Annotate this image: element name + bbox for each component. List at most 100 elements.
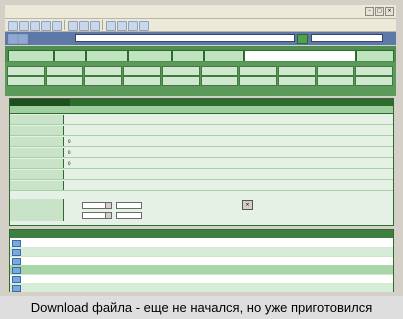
tab[interactable] [204,50,244,61]
sub-tab[interactable] [316,76,355,86]
sub-tab[interactable] [355,66,394,76]
stop-icon[interactable] [30,21,40,31]
table-cell [206,256,220,265]
sub-tabs-group [7,64,394,94]
table-cell [338,265,366,274]
detail-value [68,126,388,135]
menu-item[interactable] [55,7,65,16]
sub-tab[interactable] [45,66,84,76]
column-header[interactable] [232,230,240,238]
table-cell [338,238,366,247]
sub-tab[interactable] [123,66,161,76]
forward-icon[interactable] [18,34,28,44]
sub-tab[interactable] [161,66,200,76]
sub-tab[interactable] [277,76,316,86]
table-cell [242,238,300,247]
table-cell [242,247,300,256]
detail-row [10,181,393,191]
favorites-icon[interactable] [79,21,89,31]
sub-tab[interactable] [45,76,84,86]
sub-tab[interactable] [355,76,394,86]
detail-row: 0 [10,137,393,147]
mail-icon[interactable] [106,21,116,31]
sub-tab[interactable] [200,66,239,76]
close-icon[interactable]: × [385,7,394,16]
tab[interactable] [8,50,54,61]
menu-item[interactable] [75,7,85,16]
table-cell [338,247,366,256]
edit-icon[interactable] [128,21,138,31]
forward-icon[interactable] [19,21,29,31]
tab[interactable] [86,50,128,61]
menu-item[interactable] [15,7,25,16]
sub-tab[interactable] [7,76,45,86]
column-header[interactable] [30,230,60,238]
tab-active[interactable] [244,50,356,61]
sub-tabs-line [7,76,394,86]
column-header[interactable] [368,230,390,238]
tab[interactable] [54,50,86,61]
table-cell [222,265,230,274]
sub-tab[interactable] [161,76,200,86]
column-header[interactable] [338,230,366,238]
sub-tab[interactable] [239,66,277,76]
detail-key [10,159,64,168]
table-cell [320,256,336,265]
table-cell [368,283,390,292]
table-cell [368,247,390,256]
table-row[interactable] [10,283,393,292]
maximize-icon[interactable]: □ [375,7,384,16]
table-cell [242,274,300,283]
home-icon[interactable] [52,21,62,31]
sub-tab[interactable] [84,66,123,76]
table-cell [62,247,202,256]
address-input[interactable] [75,34,295,42]
discuss-icon[interactable] [139,21,149,31]
option-select[interactable] [82,202,112,209]
option-input[interactable] [116,212,142,219]
sub-tab[interactable] [239,76,277,86]
detail-link[interactable] [68,170,388,179]
option-select[interactable] [82,212,112,219]
option-input[interactable] [116,202,142,209]
history-icon[interactable] [90,21,100,31]
column-header[interactable] [12,230,28,238]
refresh-icon[interactable] [41,21,51,31]
column-header[interactable] [222,230,230,238]
table-cell [62,238,202,247]
tab[interactable] [172,50,204,61]
detail-link[interactable] [68,181,388,190]
table-cell [320,265,336,274]
search-input[interactable] [311,34,383,42]
table-cell [62,265,202,274]
menu-item[interactable] [35,7,45,16]
table-cell [302,283,318,292]
sub-tab[interactable] [277,66,316,76]
go-icon[interactable] [297,34,308,44]
sub-tab[interactable] [316,66,355,76]
sub-tab[interactable] [7,66,45,76]
column-header[interactable] [62,230,202,238]
sub-tab[interactable] [200,76,239,86]
back-icon[interactable] [8,34,18,44]
column-header[interactable] [242,230,300,238]
sub-tab[interactable] [84,76,123,86]
search-icon[interactable] [68,21,78,31]
tab[interactable] [356,50,394,61]
column-header[interactable] [302,230,318,238]
back-icon[interactable] [8,21,18,31]
sub-tab[interactable] [123,76,161,86]
menu-item[interactable] [25,7,35,16]
column-header[interactable] [320,230,336,238]
minimize-icon[interactable]: – [365,7,374,16]
detail-key [10,181,64,190]
column-header[interactable] [206,230,220,238]
table-cell [242,256,300,265]
table-cell [302,256,318,265]
menu-item[interactable] [45,7,55,16]
menu-item[interactable] [5,7,15,16]
tab[interactable] [128,50,172,61]
print-icon[interactable] [117,21,127,31]
menu-item[interactable] [65,7,75,16]
action-button[interactable]: × [242,200,253,210]
